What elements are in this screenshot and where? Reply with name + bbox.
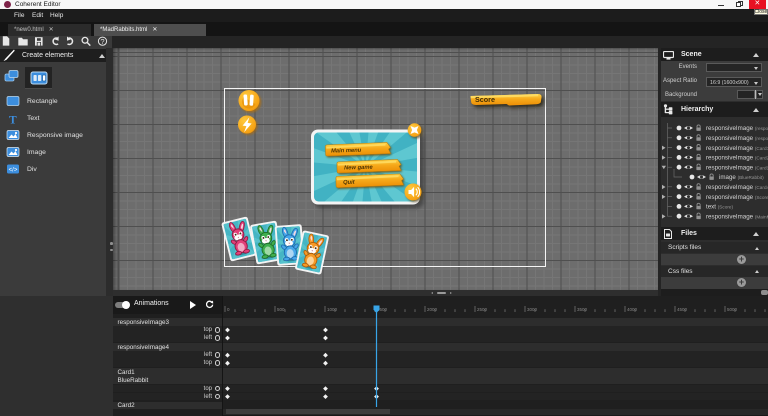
svg-text:New game: New game bbox=[344, 165, 374, 172]
svg-text:</>: </> bbox=[9, 167, 18, 173]
svg-text:4500: 4500 bbox=[677, 307, 688, 312]
svg-text:Score: Score bbox=[475, 95, 495, 104]
svg-text:responsiveImage (MainMenu): responsiveImage (MainMenu) bbox=[706, 213, 768, 220]
svg-text:responsiveImage (responsiveIm: responsiveImage (responsiveIm bbox=[706, 125, 768, 132]
svg-text:4000: 4000 bbox=[627, 307, 638, 312]
svg-text:responsiveImage (Card2): responsiveImage (Card2) bbox=[706, 155, 768, 162]
svg-text:Quit: Quit bbox=[343, 180, 356, 186]
svg-text:0: 0 bbox=[227, 307, 230, 312]
svg-text:T: T bbox=[9, 115, 17, 127]
svg-text:5000: 5000 bbox=[727, 307, 738, 312]
svg-text:text (Score): text (Score) bbox=[706, 204, 734, 211]
svg-text:image (BlueRabbit): image (BlueRabbit) bbox=[719, 174, 764, 181]
svg-text:2000: 2000 bbox=[427, 307, 438, 312]
svg-text:1000: 1000 bbox=[327, 307, 338, 312]
svg-text:responsiveImage (Card3): responsiveImage (Card3) bbox=[706, 145, 768, 152]
svg-text:responsiveImage (Card4): responsiveImage (Card4) bbox=[706, 184, 768, 191]
svg-text:Main menu: Main menu bbox=[331, 148, 362, 155]
svg-text:responsiveImage (Card1): responsiveImage (Card1) bbox=[706, 164, 768, 171]
svg-text:3000: 3000 bbox=[527, 307, 538, 312]
svg-text:500: 500 bbox=[277, 307, 285, 312]
svg-text:responsiveImage (responsiveIm: responsiveImage (responsiveIm bbox=[706, 135, 768, 142]
svg-text:responsiveImage (ScoreBoard): responsiveImage (ScoreBoard) bbox=[706, 194, 768, 201]
svg-text:?: ? bbox=[100, 37, 104, 46]
svg-text:2500: 2500 bbox=[477, 307, 488, 312]
svg-text:3500: 3500 bbox=[577, 307, 588, 312]
